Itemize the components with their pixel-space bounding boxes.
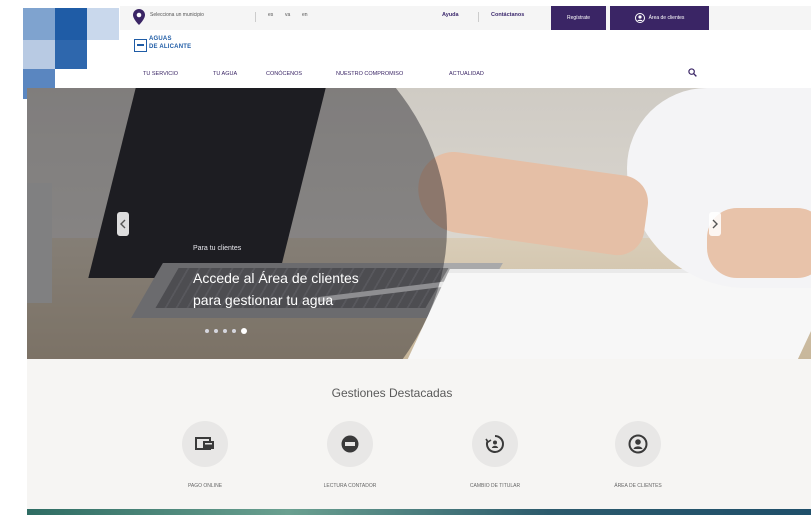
action-label: ÁREA DE CLIENTES — [614, 483, 662, 489]
hero-hand — [707, 208, 811, 278]
divider — [478, 12, 479, 22]
divider — [255, 12, 256, 22]
hero-banner[interactable] — [27, 88, 811, 359]
carousel-prev-button[interactable] — [117, 212, 129, 236]
register-button[interactable]: Regístrate — [551, 6, 606, 30]
carousel-dots — [205, 328, 247, 334]
user-circle-icon — [634, 13, 645, 23]
hero-title: para gestionar tu agua — [193, 292, 334, 308]
action-cambio-titular[interactable]: CAMBIO DE TITULAR — [440, 421, 550, 489]
location-pin-icon[interactable] — [133, 9, 145, 25]
nav-item-conocenos[interactable]: CONÓCENOS — [266, 71, 302, 77]
nav-item-nuestro-compromiso[interactable]: NUESTRO COMPROMISO — [336, 71, 403, 77]
logo-mark — [134, 39, 147, 52]
hero-kicker: Para tu clientes — [193, 245, 242, 252]
action-pago-online[interactable]: PAGO ONLINE — [150, 421, 260, 489]
change-owner-icon — [485, 435, 504, 453]
card-payment-icon — [195, 437, 214, 450]
action-label: LECTURA CONTADOR — [323, 483, 377, 489]
action-label: CAMBIO DE TITULAR — [469, 483, 521, 489]
municipality-selector[interactable]: Selecciona un municipio — [150, 12, 204, 18]
carousel-dot[interactable] — [223, 329, 227, 333]
decor-square — [55, 8, 87, 40]
action-icon-circle — [182, 421, 228, 467]
lang-es[interactable]: es — [268, 12, 273, 18]
logo[interactable]: AGUAS DE ALICANTE — [134, 33, 204, 55]
lang-en[interactable]: en — [302, 12, 308, 18]
lang-va[interactable]: va — [285, 12, 290, 18]
footer-image-strip — [27, 509, 811, 515]
featured-actions-section — [27, 359, 811, 509]
action-area-clientes[interactable]: ÁREA DE CLIENTES — [583, 421, 693, 489]
carousel-dot[interactable] — [205, 329, 209, 333]
decor-square — [23, 8, 55, 40]
nav-item-tu-servicio[interactable]: TU SERVICIO — [143, 71, 178, 77]
chevron-right-icon — [712, 219, 718, 229]
action-icon-circle — [615, 421, 661, 467]
carousel-next-button[interactable] — [709, 212, 721, 236]
action-lectura-contador[interactable]: LECTURA CONTADOR — [295, 421, 405, 489]
client-area-button[interactable]: Área de clientes — [610, 6, 709, 30]
nav-item-tu-agua[interactable]: TU AGUA — [213, 71, 237, 77]
section-title: Gestiones Destacadas — [331, 386, 453, 400]
help-link[interactable]: Ayuda — [442, 12, 459, 18]
decor-square — [23, 40, 55, 69]
action-label: PAGO ONLINE — [187, 483, 223, 489]
action-icon-circle — [472, 421, 518, 467]
carousel-dot[interactable] — [232, 329, 236, 333]
logo-text-line1: AGUAS — [149, 36, 172, 42]
logo-text-line2: DE ALICANTE — [149, 44, 192, 50]
carousel-dot[interactable] — [214, 329, 218, 333]
top-utility-bar: Selecciona un municipio es va en Ayuda C… — [120, 6, 811, 30]
user-icon — [628, 434, 648, 454]
action-icon-circle — [327, 421, 373, 467]
water-meter-icon — [341, 435, 359, 453]
chevron-left-icon — [120, 219, 126, 229]
search-icon[interactable] — [688, 68, 697, 77]
client-area-label: Área de clientes — [648, 15, 685, 21]
decor-square — [55, 40, 87, 69]
hero-title: Accede al Área de clientes — [193, 270, 359, 286]
register-label: Regístrate — [566, 15, 591, 21]
nav-item-actualidad[interactable]: ACTUALIDAD — [449, 71, 484, 77]
hero-overlay — [27, 88, 447, 359]
contact-link[interactable]: Contáctanos — [491, 12, 524, 18]
decor-square — [87, 8, 119, 40]
carousel-dot-active[interactable] — [241, 328, 247, 334]
